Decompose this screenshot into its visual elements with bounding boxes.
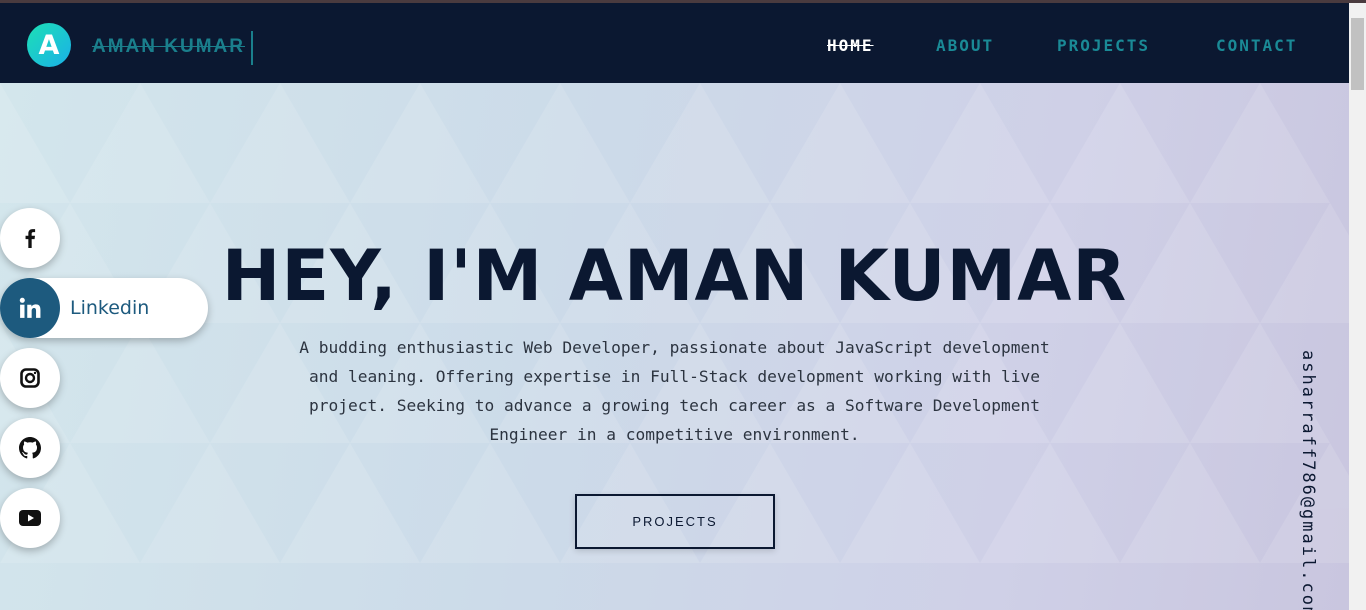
projects-button[interactable]: PROJECTS [575,494,775,549]
youtube-link[interactable] [0,488,60,548]
scrollbar[interactable] [1349,3,1366,610]
scrollbar-thumb[interactable] [1351,18,1364,90]
instagram-icon [0,348,60,408]
github-icon [0,418,60,478]
email-vertical[interactable]: asharraff786@gmail.com [1298,350,1318,610]
youtube-icon [0,488,60,548]
nav-link-projects[interactable]: PROJECTS [1057,36,1150,55]
logo[interactable]: A [27,23,71,67]
hero-description: A budding enthusiastic Web Developer, pa… [299,338,1050,444]
facebook-link[interactable] [0,208,60,268]
nav-link-about[interactable]: ABOUT [936,36,994,55]
linkedin-link[interactable]: Linkedin [0,278,208,338]
instagram-link[interactable] [0,348,60,408]
linkedin-label: Linkedin [70,297,150,319]
nav-link-contact[interactable]: CONTACT [1216,36,1297,55]
facebook-icon [0,208,60,268]
nav-link-home[interactable]: HOME [827,36,874,55]
linkedin-icon [0,278,60,338]
github-link[interactable] [0,418,60,478]
brand-name[interactable]: AMAN KUMAR [92,36,245,58]
navbar: A AMAN KUMAR HOME ABOUT PROJECTS CONTACT [0,3,1349,83]
hero-section: HEY, I'M AMAN KUMAR A budding enthusiast… [0,83,1349,610]
typing-cursor [251,31,253,65]
